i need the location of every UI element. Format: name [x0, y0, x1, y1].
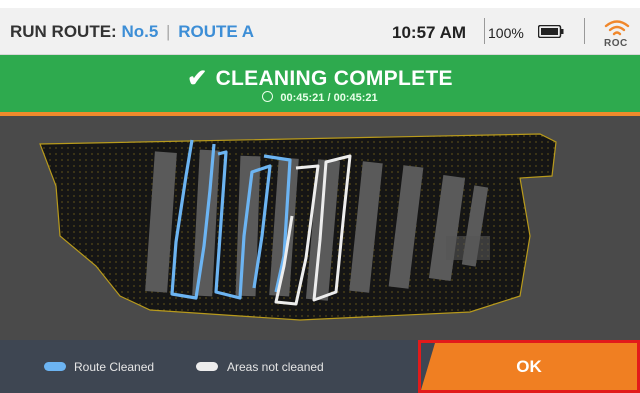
not-cleaned-label: Areas not cleaned	[227, 360, 324, 374]
battery-percent: 100%	[488, 25, 524, 41]
not-cleaned-swatch	[196, 362, 218, 371]
status-divider	[484, 18, 485, 44]
status-banner: ✔ CLEANING COMPLETE 00:45:21 / 00:45:21	[0, 55, 640, 112]
wifi-icon	[604, 20, 630, 36]
route-cleaned-label: Route Cleaned	[74, 360, 155, 374]
clock-icon	[262, 91, 274, 102]
route-name: ROUTE A	[178, 22, 255, 41]
ok-button-label[interactable]: OK	[421, 357, 637, 377]
run-route-title: RUN ROUTE: No.5 | ROUTE A	[10, 22, 254, 42]
run-route-label: RUN ROUTE:	[10, 22, 117, 41]
map-block	[446, 236, 490, 260]
battery-full-icon	[538, 25, 564, 38]
banner-title: ✔ CLEANING COMPLETE	[0, 64, 640, 93]
elapsed-time-text: 00:45:21 / 00:45:21	[280, 92, 378, 104]
banner-title-text: CLEANING COMPLETE	[215, 67, 453, 90]
status-bar: RUN ROUTE: No.5 | ROUTE A 10:57 AM 100% …	[0, 8, 640, 55]
ok-button-highlight: OK	[418, 340, 640, 393]
route-map-canvas	[39, 133, 557, 321]
checkmark-icon: ✔	[187, 65, 208, 92]
cleaning-complete-screen: RUN ROUTE: No.5 | ROUTE A 10:57 AM 100% …	[0, 0, 640, 393]
status-divider-2	[584, 18, 585, 44]
clock-time: 10:57 AM	[392, 23, 467, 42]
elapsed-time: 00:45:21 / 00:45:21	[0, 91, 640, 104]
route-map	[0, 116, 640, 340]
route-separator: |	[166, 22, 171, 41]
roc-label: ROC	[604, 38, 628, 49]
route-cleaned-swatch	[44, 362, 66, 371]
route-number: No.5	[121, 22, 159, 41]
